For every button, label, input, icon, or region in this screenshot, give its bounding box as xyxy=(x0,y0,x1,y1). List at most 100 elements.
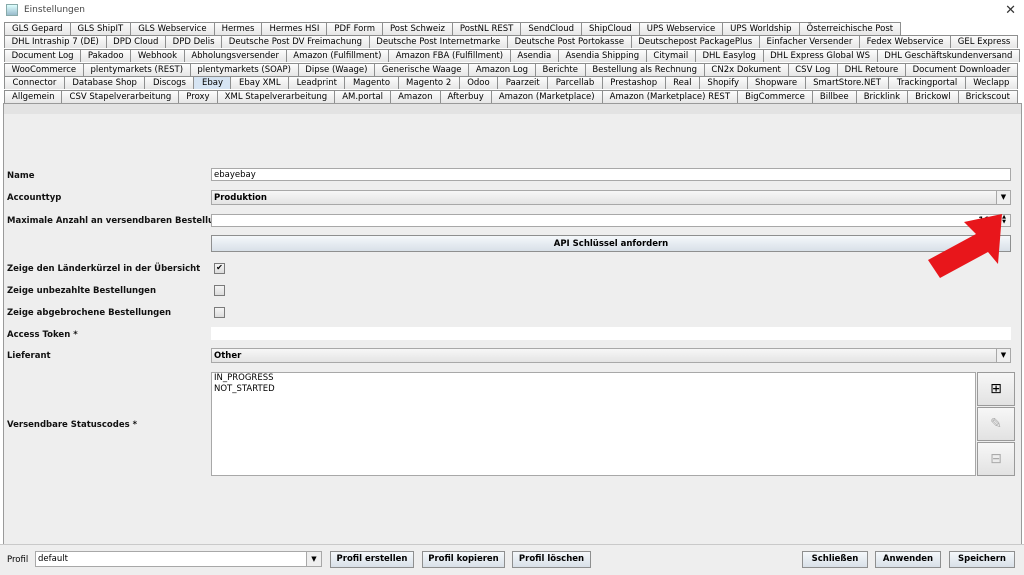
tab-woocommerce[interactable]: WooCommerce xyxy=(4,63,84,76)
tab-paarzeit[interactable]: Paarzeit xyxy=(497,76,549,89)
tab-afterbuy[interactable]: Afterbuy xyxy=(439,90,492,103)
tab-parcellab[interactable]: Parcellab xyxy=(547,76,603,89)
tab-deutsche-post-internetmarke[interactable]: Deutsche Post Internetmarke xyxy=(368,35,508,48)
tab-amazon-fulfillment[interactable]: Amazon (Fulfillment) xyxy=(285,49,390,62)
lieferant-select[interactable]: Other ▼ xyxy=(211,348,1011,363)
profile-select[interactable]: default ▼ xyxy=(35,551,322,567)
tab-dhl-intraship-7-de[interactable]: DHL Intraship 7 (DE) xyxy=(4,35,107,48)
tab-dhl-express-global-ws[interactable]: DHL Express Global WS xyxy=(762,49,878,62)
tab-hermes-hsi[interactable]: Hermes HSI xyxy=(261,22,328,35)
tab-amazon-marketplace[interactable]: Amazon (Marketplace) xyxy=(490,90,603,103)
tab-fedex-webservice[interactable]: Fedex Webservice xyxy=(858,35,952,48)
tab-connector[interactable]: Connector xyxy=(4,76,65,89)
tab-brickowl[interactable]: Brickowl xyxy=(907,90,959,103)
tab-generische-waage[interactable]: Generische Waage xyxy=(374,63,470,76)
show-cancelled-checkbox[interactable] xyxy=(214,307,225,318)
tab-database-shop[interactable]: Database Shop xyxy=(63,76,146,89)
apply-button[interactable]: Anwenden xyxy=(875,551,941,568)
tab-hermes[interactable]: Hermes xyxy=(213,22,263,35)
tab-shopware[interactable]: Shopware xyxy=(746,76,806,89)
edit-status-button[interactable]: ✎ xyxy=(977,407,1015,441)
tab-pakadoo[interactable]: Pakadoo xyxy=(80,49,132,62)
max-orders-spinner[interactable]: 100 ▲▼ xyxy=(211,214,1011,227)
tab-ups-worldship[interactable]: UPS Worldship xyxy=(722,22,800,35)
tab-dhl-geschäftskundenversand[interactable]: DHL Geschäftskundenversand xyxy=(876,49,1021,62)
tab-magento-2[interactable]: Magento 2 xyxy=(397,76,460,89)
tab-document-log[interactable]: Document Log xyxy=(4,49,82,62)
tab-bigcommerce[interactable]: BigCommerce xyxy=(737,90,813,103)
tab-discogs[interactable]: Discogs xyxy=(144,76,195,89)
tab-brickscout[interactable]: Brickscout xyxy=(957,90,1019,103)
status-codes-list[interactable]: IN_PROGRESS NOT_STARTED xyxy=(211,372,976,476)
tab-deutsche-post-portokasse[interactable]: Deutsche Post Portokasse xyxy=(506,35,632,48)
tab-ups-webservice[interactable]: UPS Webservice xyxy=(638,22,724,35)
add-status-button[interactable]: ⊞ xyxy=(977,372,1015,406)
tab-amazon-log[interactable]: Amazon Log xyxy=(468,63,536,76)
tab-abholungsversender[interactable]: Abholungsversender xyxy=(183,49,287,62)
tab-dpd-cloud[interactable]: DPD Cloud xyxy=(105,35,167,48)
tab-bestellung-als-rechnung[interactable]: Bestellung als Rechnung xyxy=(584,63,705,76)
chevron-down-icon[interactable]: ▼ xyxy=(996,191,1010,204)
tab-sendcloud[interactable]: SendCloud xyxy=(520,22,582,35)
tab-gls-shipit[interactable]: GLS ShipIT xyxy=(69,22,132,35)
tab-bricklink[interactable]: Bricklink xyxy=(855,90,909,103)
api-key-button[interactable]: API Schlüssel anfordern xyxy=(211,235,1011,252)
tab-allgemein[interactable]: Allgemein xyxy=(4,90,63,103)
tab-gel-express[interactable]: GEL Express xyxy=(950,35,1018,48)
tab-leadprint[interactable]: Leadprint xyxy=(288,76,346,89)
tab-webhook[interactable]: Webhook xyxy=(130,49,185,62)
tab-österreichische-post[interactable]: Österreichische Post xyxy=(798,22,902,35)
access-token-input[interactable] xyxy=(211,327,1011,340)
tab-post-schweiz[interactable]: Post Schweiz xyxy=(381,22,453,35)
tab-billbee[interactable]: Billbee xyxy=(811,90,857,103)
show-unpaid-checkbox[interactable] xyxy=(214,285,225,296)
tab-odoo[interactable]: Odoo xyxy=(458,76,499,89)
tab-berichte[interactable]: Berichte xyxy=(534,63,586,76)
name-input[interactable]: ebayebay xyxy=(211,168,1011,181)
tab-deutschepost-packageplus[interactable]: Deutschepost PackagePlus xyxy=(630,35,760,48)
tab-cn2x-dokument[interactable]: CN2x Dokument xyxy=(703,63,789,76)
tab-real[interactable]: Real xyxy=(664,76,700,89)
tab-document-downloader[interactable]: Document Downloader xyxy=(904,63,1018,76)
list-item[interactable]: IN_PROGRESS xyxy=(212,373,975,384)
tab-amazon[interactable]: Amazon xyxy=(390,90,441,103)
tab-citymail[interactable]: Citymail xyxy=(645,49,696,62)
tab-proxy[interactable]: Proxy xyxy=(178,90,218,103)
tab-smartstore-net[interactable]: SmartStore.NET xyxy=(804,76,890,89)
tab-shipcloud[interactable]: ShipCloud xyxy=(580,22,640,35)
tab-shopify[interactable]: Shopify xyxy=(698,76,748,89)
tab-plentymarkets-rest[interactable]: plentymarkets (REST) xyxy=(82,63,191,76)
tab-weclapp[interactable]: Weclapp xyxy=(964,76,1018,89)
tab-xml-stapelverarbeitung[interactable]: XML Stapelverarbeitung xyxy=(216,90,336,103)
tab-gls-gepard[interactable]: GLS Gepard xyxy=(4,22,71,35)
tab-deutsche-post-dv-freimachung[interactable]: Deutsche Post DV Freimachung xyxy=(221,35,370,48)
tab-ebay-xml[interactable]: Ebay XML xyxy=(230,76,290,89)
tab-einfacher-versender[interactable]: Einfacher Versender xyxy=(758,35,860,48)
tab-prestashop[interactable]: Prestashop xyxy=(601,76,666,89)
tab-am-portal[interactable]: AM.portal xyxy=(334,90,392,103)
tab-pdf-form[interactable]: PDF Form xyxy=(326,22,383,35)
list-item[interactable]: NOT_STARTED xyxy=(212,384,975,395)
tab-trackingportal[interactable]: Trackingportal xyxy=(888,76,966,89)
tab-dhl-easylog[interactable]: DHL Easylog xyxy=(694,49,764,62)
tab-asendia[interactable]: Asendia xyxy=(509,49,559,62)
tab-magento[interactable]: Magento xyxy=(344,76,399,89)
remove-status-button[interactable]: ⊟ xyxy=(977,442,1015,476)
tab-asendia-shipping[interactable]: Asendia Shipping xyxy=(557,49,647,62)
save-button[interactable]: Speichern xyxy=(949,551,1015,568)
delete-profile-button[interactable]: Profil löschen xyxy=(512,551,591,568)
tab-gls-webservice[interactable]: GLS Webservice xyxy=(130,22,215,35)
tab-amazon-marketplace-rest[interactable]: Amazon (Marketplace) REST xyxy=(601,90,739,103)
show-country-checkbox[interactable]: ✔ xyxy=(214,263,225,274)
close-icon[interactable]: ✕ xyxy=(1005,3,1016,18)
tab-dpd-delis[interactable]: DPD Delis xyxy=(165,35,223,48)
tab-dipse-waage[interactable]: Dipse (Waage) xyxy=(297,63,376,76)
tab-amazon-fba-fulfillment[interactable]: Amazon FBA (Fulfillment) xyxy=(388,49,511,62)
create-profile-button[interactable]: Profil erstellen xyxy=(330,551,414,568)
chevron-down-icon[interactable]: ▼ xyxy=(306,552,321,566)
chevron-down-icon[interactable]: ▼ xyxy=(996,349,1010,362)
accounttyp-select[interactable]: Produktion ▼ xyxy=(211,190,1011,205)
tab-dhl-retoure[interactable]: DHL Retoure xyxy=(836,63,906,76)
tab-plentymarkets-soap[interactable]: plentymarkets (SOAP) xyxy=(189,63,299,76)
tab-csv-stapelverarbeitung[interactable]: CSV Stapelverarbeitung xyxy=(61,90,180,103)
